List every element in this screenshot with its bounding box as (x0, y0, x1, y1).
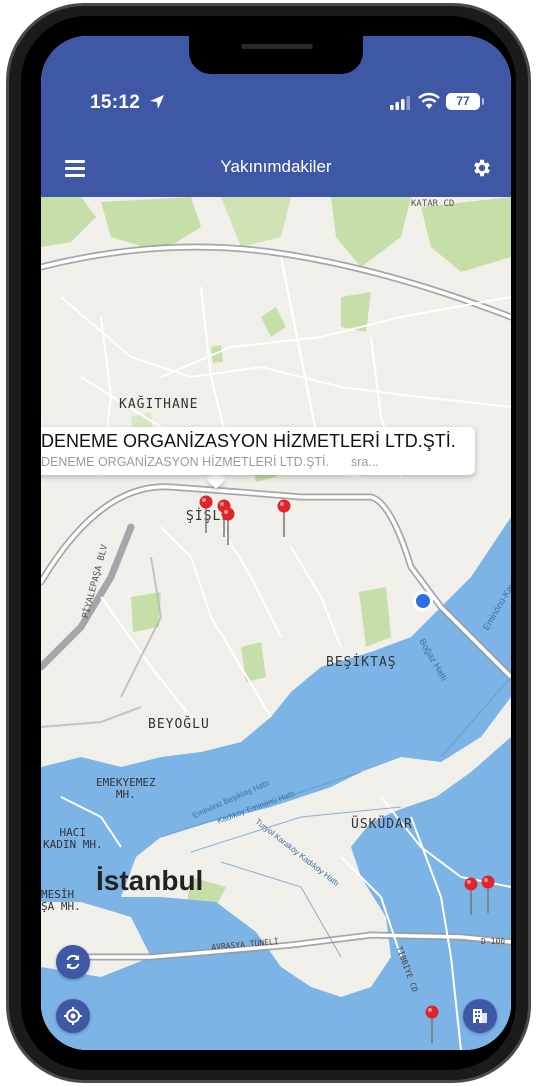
building-icon (473, 1009, 487, 1023)
map-pin[interactable] (221, 507, 235, 545)
refresh-icon (66, 954, 80, 970)
map-label-emekyemez-line2: MH. (115, 788, 136, 801)
map-label-mesih-line2: ŞA MH. (41, 900, 81, 913)
locate-icon (64, 1007, 82, 1025)
map-pin[interactable] (481, 875, 495, 913)
app-screen: 15:12 77 Yakınımdakiler KAĞITHANE ŞİŞLİ … (41, 36, 511, 1050)
speaker (241, 44, 313, 49)
map-label-istanbul: İstanbul (96, 865, 204, 896)
map-label-besiktas: BEŞİKTAŞ (326, 655, 397, 670)
callout-subtitle-text: DENEME ORGANİZASYON HİZMETLERİ LTD.ŞTİ. (41, 455, 329, 469)
refresh-button[interactable] (56, 945, 90, 979)
map-label-emekyemez: EMEKYEMEZ MH. (96, 777, 156, 801)
callout-subtitle: DENEME ORGANİZASYON HİZMETLERİ LTD.ŞTİ. s… (41, 455, 379, 469)
map-label-haci: HACI KADIN MH. (43, 827, 103, 851)
locate-button[interactable] (56, 999, 90, 1033)
gear-icon[interactable] (471, 157, 493, 179)
map-label-mesih: MESİH ŞA MH. (41, 889, 81, 913)
map-canvas (41, 197, 511, 1050)
map-label-uskudar: ÜSKÜDAR (351, 817, 413, 832)
page-title: Yakınımdakiler (220, 157, 332, 176)
map-pin[interactable] (277, 499, 291, 537)
notch (189, 36, 363, 74)
location-arrow-icon (150, 95, 164, 109)
building-button[interactable] (463, 999, 497, 1033)
map-pin[interactable] (464, 877, 478, 915)
wifi-icon (418, 92, 440, 109)
callout-title: DENEME ORGANİZASYON HİZMETLERİ LTD.ŞTİ. (41, 431, 456, 451)
map-view[interactable]: KAĞITHANE ŞİŞLİ BEŞİKTAŞ BEYOĞLU EMEKYEM… (41, 197, 511, 1050)
map-label-haci-line2: KADIN MH. (43, 838, 103, 851)
map-label-d100: D-100 (481, 937, 506, 946)
signal-icon (390, 96, 410, 110)
map-label-katar: KATAR CD (411, 199, 455, 209)
map-pin[interactable] (425, 1005, 439, 1043)
status-time: 15:12 (90, 92, 141, 113)
place-callout[interactable]: DENEME ORGANİZASYON HİZMETLERİ LTD.ŞTİ. … (41, 427, 475, 475)
callout-extra: sra... (351, 455, 379, 469)
map-label-kagithane: KAĞITHANE (119, 397, 199, 412)
battery-indicator: 77 (446, 93, 484, 110)
map-pin[interactable] (199, 495, 213, 533)
map-label-beyoglu: BEYOĞLU (148, 717, 210, 732)
